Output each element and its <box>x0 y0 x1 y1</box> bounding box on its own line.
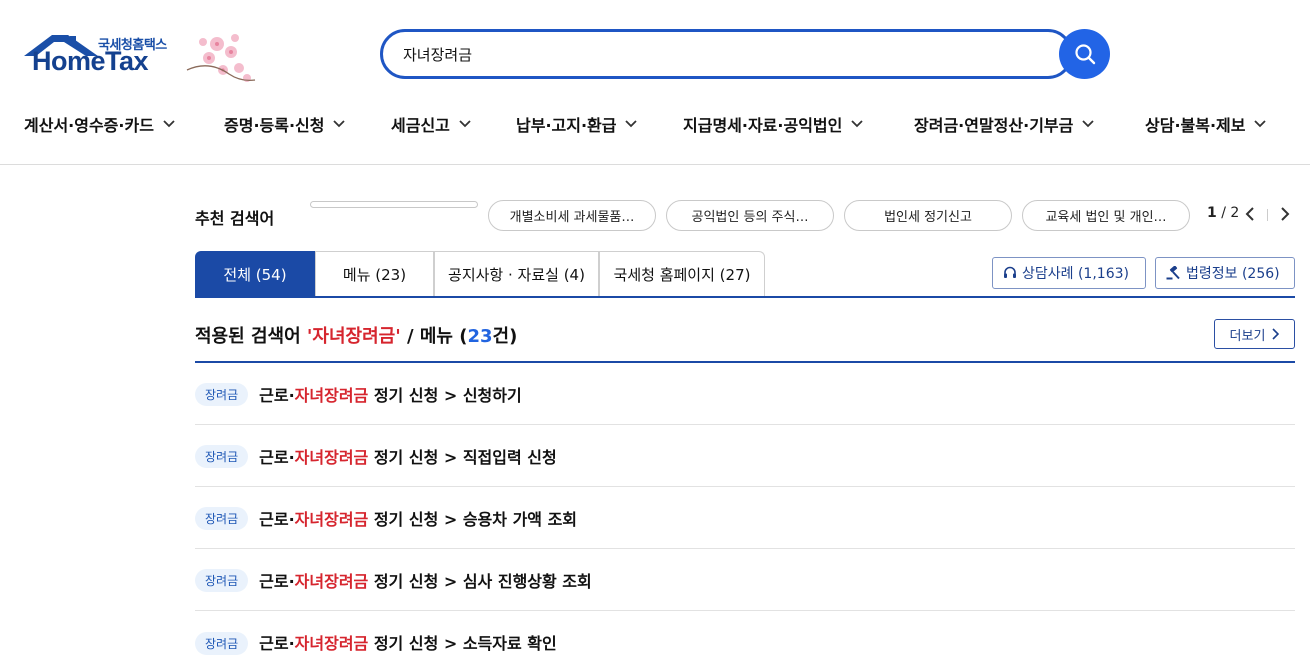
nav-item-consult[interactable]: 상담·불복·제보 <box>1145 106 1285 142</box>
tab-homepage[interactable]: 국세청 홈페이지 (27) <box>599 251 765 297</box>
tab-all[interactable]: 전체 (54) <box>195 251 315 297</box>
tab-menu[interactable]: 메뉴 (23) <box>315 251 434 297</box>
result-title: 근로·자녀장려금 정기 신청 > 직접입력 신청 <box>259 447 557 467</box>
category-badge: 장려금 <box>195 569 249 592</box>
gavel-icon <box>1166 266 1180 280</box>
chevron-down-icon <box>625 120 638 128</box>
chevron-down-icon <box>851 120 863 128</box>
pager-current: 1 <box>1207 205 1217 221</box>
more-button[interactable]: 더보기 <box>1214 319 1295 349</box>
nav-item-label: 증명·등록·신청 <box>224 116 325 135</box>
result-row[interactable]: 장려금 근로·자녀장려금 정기 신청 > 승용차 가액 조회 <box>195 487 1295 549</box>
chevron-down-icon <box>1254 120 1267 128</box>
nav-item-label: 납부·고지·환급 <box>516 116 617 135</box>
applied-keyword: '자녀장려금' <box>306 326 401 347</box>
search-input[interactable] <box>383 32 1070 76</box>
nav-item-invoice[interactable]: 계산서·영수증·카드 <box>24 106 224 142</box>
applied-suffix: 건) <box>492 326 518 347</box>
consult-cases-label: 상담사례 (1,163) <box>1022 266 1129 282</box>
nav-item-incentive[interactable]: 장려금·연말정산·기부금 <box>914 106 1145 142</box>
applied-middle: / 메뉴 ( <box>400 326 468 347</box>
category-badge: 장려금 <box>195 445 249 468</box>
recommend-title: 추천 검색어 <box>195 209 275 228</box>
consult-cases-button[interactable]: 상담사례 (1,163) <box>992 257 1146 289</box>
search-box <box>380 29 1073 79</box>
nav-item-statement[interactable]: 지급명세·자료·공익법인 <box>683 106 914 142</box>
nav-item-label: 계산서·영수증·카드 <box>24 116 154 135</box>
main-navigation: 계산서·영수증·카드 증명·등록·신청 세금신고 납부·고지·환급 지급명세·자… <box>24 106 1285 142</box>
category-badge: 장려금 <box>195 383 249 406</box>
recommend-chip[interactable]: 교육세 법인 및 개인… <box>1022 200 1190 231</box>
applied-prefix: 적용된 검색어 <box>195 326 307 347</box>
chevron-down-icon <box>459 120 471 128</box>
category-badge: 장려금 <box>195 507 249 530</box>
result-title: 근로·자녀장려금 정기 신청 > 신청하기 <box>259 385 522 405</box>
tab-underline <box>195 296 1295 298</box>
result-row[interactable]: 장려금 근로·자녀장려금 정기 신청 > 직접입력 신청 <box>195 425 1295 487</box>
search-icon <box>1074 44 1095 65</box>
header-divider <box>0 164 1310 165</box>
chevron-right-icon <box>1272 328 1280 340</box>
category-badge: 장려금 <box>195 631 249 655</box>
chevron-down-icon <box>1082 120 1094 128</box>
recommend-chip[interactable]: 공익법인 등의 주식… <box>666 200 834 231</box>
recommend-chip[interactable]: 개별소비세 과세물품… <box>488 200 656 231</box>
logo-title: HomeTax <box>32 46 149 76</box>
nav-item-payment[interactable]: 납부·고지·환급 <box>516 106 683 142</box>
applied-keyword-heading: 적용된 검색어 '자녀장려금' / 메뉴 (23건) <box>195 322 517 348</box>
chevron-down-icon <box>333 120 346 128</box>
nav-item-label: 상담·불복·제보 <box>1145 116 1246 135</box>
chevron-down-icon <box>163 120 175 128</box>
result-title: 근로·자녀장려금 정기 신청 > 심사 진행상황 조회 <box>259 571 592 591</box>
result-row[interactable]: 장려금 근로·자녀장려금 정기 신청 > 심사 진행상황 조회 <box>195 549 1295 611</box>
nav-item-label: 장려금·연말정산·기부금 <box>914 116 1074 135</box>
recommend-pager: 1 / 2 <box>1207 205 1239 221</box>
headset-icon <box>1004 266 1016 278</box>
result-tabs: 전체 (54) 메뉴 (23) 공지사항 · 자료실 (4) 국세청 홈페이지 … <box>195 251 765 297</box>
law-info-button[interactable]: 법령정보 (256) <box>1155 257 1295 289</box>
result-title: 근로·자녀장려금 정기 신청 > 소득자료 확인 <box>259 634 557 653</box>
pager-total: / 2 <box>1221 205 1240 221</box>
recommend-empty-chip <box>310 201 478 208</box>
nav-item-label: 지급명세·자료·공익법인 <box>683 116 843 135</box>
result-row[interactable]: 장려금 근로·자녀장려금 정기 신청 > 신청하기 <box>195 363 1295 425</box>
chevron-right-icon[interactable] <box>1279 206 1291 222</box>
pager-separator <box>1267 209 1268 221</box>
hometax-logo[interactable]: 국세청홈택스 HomeTax <box>24 30 259 86</box>
tab-notice[interactable]: 공지사항 · 자료실 (4) <box>434 251 599 297</box>
law-info-label: 법령정보 (256) <box>1186 266 1280 282</box>
more-label: 더보기 <box>1229 328 1266 344</box>
nav-item-tax-report[interactable]: 세금신고 <box>391 106 516 142</box>
cherry-blossom-icon <box>186 34 256 82</box>
applied-count: 23 <box>467 326 493 347</box>
result-row[interactable]: 장려금 근로·자녀장려금 정기 신청 > 소득자료 확인 <box>195 611 1295 667</box>
search-button[interactable] <box>1059 29 1110 79</box>
nav-item-certificate[interactable]: 증명·등록·신청 <box>224 106 391 142</box>
nav-item-label: 세금신고 <box>391 116 450 135</box>
chevron-left-icon[interactable] <box>1244 206 1256 222</box>
result-title: 근로·자녀장려금 정기 신청 > 승용차 가액 조회 <box>259 509 578 529</box>
recommend-chip[interactable]: 법인세 정기신고 <box>844 200 1012 231</box>
